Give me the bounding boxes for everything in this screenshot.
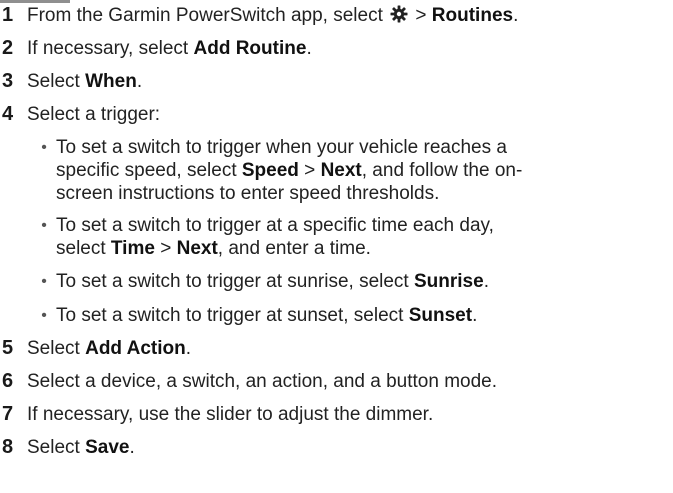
ui-term-next: Next <box>176 238 218 259</box>
ui-term-routines: Routines <box>431 5 514 26</box>
step-text-part: . <box>136 71 143 92</box>
bullet-line: . <box>472 305 478 326</box>
step-number: 1 <box>2 4 14 26</box>
step-number: 6 <box>2 370 14 392</box>
step-number: 4 <box>2 103 14 125</box>
instruction-document: 1 From the Garmin PowerSwitch app, selec… <box>0 0 673 493</box>
step-text-part: . <box>185 338 191 359</box>
step-3: 3 Select When. <box>0 70 673 93</box>
bullet-marker: • <box>41 307 47 324</box>
step-text: Select Add Action. <box>27 337 673 360</box>
bullet-line: . <box>483 271 489 292</box>
bullet-line: To set a switch to trigger when your veh… <box>56 137 507 158</box>
step-text: Select a device, a switch, an action, an… <box>27 371 498 392</box>
step-text: If necessary, select Add Routine. <box>27 37 673 60</box>
ui-term-time: Time <box>110 238 155 259</box>
step-number: 5 <box>2 337 14 359</box>
bullet-line: select <box>56 238 111 259</box>
step-text-part: . <box>129 437 135 458</box>
step-number: 3 <box>2 70 14 92</box>
bullet-marker: • <box>41 139 47 156</box>
bullet-line: To set a switch to trigger at sunrise, s… <box>56 271 414 292</box>
ui-term-add-routine: Add Routine <box>193 38 307 59</box>
step-text-part: From the Garmin PowerSwitch app, select <box>27 5 389 26</box>
step-text: From the Garmin PowerSwitch app, select … <box>27 4 673 29</box>
bullet-line: > <box>154 238 177 259</box>
step-2: 2 If necessary, select Add Routine. <box>0 37 673 60</box>
trigger-option-sunrise: • To set a switch to trigger at sunrise,… <box>32 270 672 293</box>
step-text-part: > <box>410 5 432 26</box>
bullet-text: To set a switch to trigger at sunrise, s… <box>56 270 672 293</box>
bullet-line: > <box>298 160 321 181</box>
step-text-part: Select <box>27 71 86 92</box>
step-text: Select Save. <box>27 436 673 459</box>
step-number: 7 <box>2 403 14 425</box>
ui-term-sunset: Sunset <box>408 305 473 326</box>
bullet-line: To set a switch to trigger at a specific… <box>56 215 494 236</box>
step-text: If necessary, use the slider to adjust t… <box>27 404 434 425</box>
bullet-line: , and enter a time. <box>217 238 371 259</box>
bullet-text: To set a switch to trigger when your veh… <box>56 136 672 205</box>
step-7: 7 If necessary, use the slider to adjust… <box>0 403 673 426</box>
bullet-text: To set a switch to trigger at a specific… <box>56 214 672 260</box>
step-8: 8 Select Save. <box>0 436 673 459</box>
step-text-part: If necessary, select <box>27 38 194 59</box>
step-number: 2 <box>2 37 14 59</box>
step-text: Select a trigger: <box>27 104 161 125</box>
trigger-option-sunset: • To set a switch to trigger at sunset, … <box>32 304 672 327</box>
bullet-line: specific speed, select <box>56 160 242 181</box>
step-number: 8 <box>2 436 14 458</box>
step-text-part: Select <box>27 437 86 458</box>
bullet-marker: • <box>41 217 47 234</box>
bullet-line: , and follow the on- <box>361 160 523 181</box>
step-text-part: . <box>306 38 312 59</box>
step-6: 6 Select a device, a switch, an action, … <box>0 370 673 393</box>
ui-term-when: When <box>85 71 137 92</box>
heading-fragment <box>0 0 70 3</box>
step-text: Select When. <box>27 70 673 93</box>
ui-term-speed: Speed <box>241 160 299 181</box>
ui-term-save: Save <box>85 437 130 458</box>
ui-term-next: Next <box>320 160 362 181</box>
trigger-option-speed: • To set a switch to trigger when your v… <box>32 136 672 205</box>
bullet-text: To set a switch to trigger at sunset, se… <box>56 304 672 327</box>
step-text-part: . <box>513 5 519 26</box>
step-text-part: Select <box>27 338 86 359</box>
step-4: 4 Select a trigger: <box>0 103 673 126</box>
step-1: 1 From the Garmin PowerSwitch app, selec… <box>0 4 673 29</box>
gear-icon <box>390 5 408 29</box>
step-5: 5 Select Add Action. <box>0 337 673 360</box>
bullet-marker: • <box>41 273 47 290</box>
trigger-option-time: • To set a switch to trigger at a specif… <box>32 214 672 260</box>
bullet-line: screen instructions to enter speed thres… <box>56 183 440 204</box>
bullet-line: To set a switch to trigger at sunset, se… <box>56 305 409 326</box>
ui-term-add-action: Add Action <box>85 338 186 359</box>
ui-term-sunrise: Sunrise <box>414 271 484 292</box>
